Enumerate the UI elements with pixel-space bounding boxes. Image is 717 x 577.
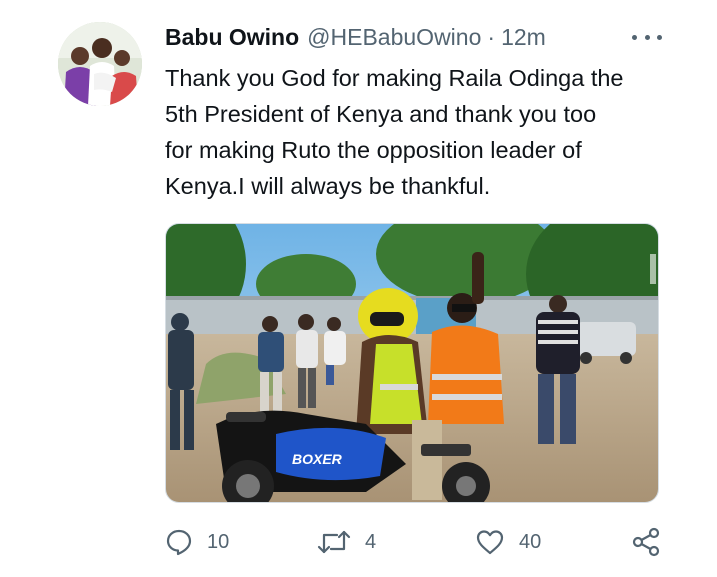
timestamp[interactable]: 12m <box>501 24 546 51</box>
reply-icon[interactable] <box>165 528 193 556</box>
retweet-icon[interactable] <box>317 528 351 556</box>
reply-count: 10 <box>207 530 230 553</box>
more-options-icon[interactable] <box>632 27 662 47</box>
separator-dot: · <box>487 23 496 50</box>
retweet-button[interactable]: 4 <box>317 524 376 560</box>
bike-brand-label: BOXER <box>292 451 343 467</box>
tweet-header: Babu Owino @HEBabuOwino · 12m <box>165 20 546 54</box>
share-icon[interactable] <box>631 527 661 557</box>
tweet-text-line: Thank you God for making Raila Odinga th… <box>165 65 624 91</box>
tweet-text-line: 5th President of Kenya and thank you too <box>165 101 597 127</box>
tweet-text: Thank you God for making Raila Odinga th… <box>165 60 675 204</box>
tweet-text-line: Kenya.I will always be thankful. <box>165 173 491 199</box>
retweet-count: 4 <box>365 530 377 553</box>
like-button[interactable]: 40 <box>475 524 541 560</box>
avatar[interactable] <box>58 22 142 106</box>
heart-icon[interactable] <box>475 528 505 556</box>
tweet-text-line: for making Ruto the opposition leader of <box>165 137 582 163</box>
tweet-actions: 10 4 40 <box>165 524 665 560</box>
tweet-photo[interactable]: BOXER <box>165 223 659 503</box>
share-button[interactable] <box>631 524 661 560</box>
reply-button[interactable]: 10 <box>165 524 229 560</box>
user-handle[interactable]: @HEBabuOwino <box>307 24 481 51</box>
display-name[interactable]: Babu Owino <box>165 24 299 51</box>
tweet-card[interactable]: Babu Owino @HEBabuOwino · 12m Thank you … <box>0 0 717 577</box>
like-count: 40 <box>519 530 542 553</box>
